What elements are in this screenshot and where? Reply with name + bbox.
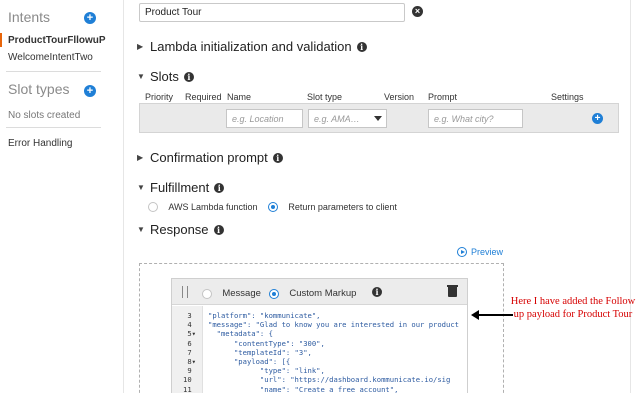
info-icon[interactable]: i <box>183 71 194 82</box>
code-line: "message": "Glad to know you are interes… <box>208 320 459 330</box>
main-border <box>630 0 631 393</box>
sidebar: Intents + ProductTourFllowuP WelcomeInte… <box>0 0 107 393</box>
line-number: 4 <box>187 320 196 330</box>
slot-col-priority: Priority <box>145 92 174 102</box>
slot-col-settings: Settings <box>551 92 584 102</box>
preview-label: Preview <box>471 247 504 257</box>
info-icon[interactable]: i <box>356 41 367 52</box>
slot-name-input[interactable]: e.g. Location <box>226 109 303 128</box>
play-icon <box>457 247 467 257</box>
code-line: "metadata": { <box>208 329 273 339</box>
chevron-down-icon: ▼ <box>137 225 145 234</box>
radio-button-selected[interactable] <box>268 201 278 212</box>
code-line: "templateId": "3", <box>208 347 312 357</box>
fulfillment-option-lambda[interactable]: AWS Lambda function <box>148 199 258 213</box>
slot-col-version: Version <box>384 92 415 102</box>
line-number: 10 <box>183 375 196 385</box>
line-number: 7 <box>187 347 196 357</box>
intents-heading: Intents <box>8 9 51 25</box>
code-line: "payload": [{ <box>208 357 291 366</box>
divider <box>6 127 101 128</box>
radio-button[interactable] <box>148 201 158 212</box>
preview-button[interactable]: Preview <box>457 247 503 257</box>
slot-type-placeholder: e.g. AMA… <box>314 114 360 124</box>
active-intent-marker <box>0 33 2 47</box>
code-line: "type": "link", <box>208 366 325 376</box>
response-section-title: Response <box>150 222 209 237</box>
slot-prompt-input[interactable]: e.g. What city? <box>428 109 523 128</box>
add-intent-icon[interactable]: + <box>84 12 96 24</box>
annotation-note: Here I have added the Follow up payload … <box>510 296 636 320</box>
sidebar-border <box>123 0 124 393</box>
slot-col-prompt: Prompt <box>428 92 458 102</box>
line-number: 3 <box>187 311 196 320</box>
line-number: 8▾ <box>187 357 196 366</box>
error-handling-link[interactable]: Error Handling <box>8 138 72 149</box>
slot-type-select[interactable]: e.g. AMA… <box>308 109 387 128</box>
fulfillment-section-header[interactable]: ▼ Fulfillment i <box>137 180 225 195</box>
chevron-down-icon <box>374 116 382 121</box>
line-number: 9 <box>187 366 196 376</box>
response-section-header[interactable]: ▼ Response i <box>137 222 224 237</box>
chevron-right-icon: ▶ <box>137 153 144 162</box>
fulfillment-option-label: AWS Lambda function <box>168 201 258 212</box>
slot-col-required: Required <box>185 92 222 102</box>
confirmation-section-header[interactable]: ▶ Confirmation prompt i <box>137 150 283 165</box>
response-card: Message Custom Markup i 3 "platform": "k… <box>171 278 468 393</box>
add-slot-type-icon[interactable]: + <box>84 85 96 97</box>
slot-col-name: Name <box>227 92 252 102</box>
lambda-section-title: Lambda initialization and validation <box>150 39 352 54</box>
line-number: 5▾ <box>187 329 196 339</box>
add-slot-icon[interactable]: + <box>592 113 603 124</box>
code-editor[interactable]: 3 "platform": "kommunicate", 4 "message":… <box>172 279 467 393</box>
fulfillment-option-label: Return parameters to client <box>288 201 397 212</box>
lambda-section-header[interactable]: ▶ Lambda initialization and validation i <box>137 39 367 54</box>
slots-section-title: Slots <box>150 69 179 84</box>
slots-section-header[interactable]: ▼ Slots i <box>137 69 194 84</box>
intent-item[interactable]: WelcomeIntentTwo <box>8 52 93 63</box>
clear-icon[interactable]: × <box>412 6 423 17</box>
slot-col-type: Slot type <box>307 92 343 102</box>
code-line: "name": "Create a free account", <box>208 384 399 393</box>
fulfillment-section-title: Fulfillment <box>150 180 210 195</box>
chevron-down-icon: ▼ <box>137 183 145 192</box>
chevron-down-icon: ▼ <box>137 72 145 81</box>
new-slot-row: e.g. Location e.g. AMA… e.g. What city? … <box>139 103 619 133</box>
code-line: "url": "https://dashboard.kommunicate.io… <box>208 375 451 385</box>
info-icon[interactable]: i <box>213 224 224 235</box>
divider <box>6 71 101 72</box>
chevron-right-icon: ▶ <box>137 42 144 51</box>
fulfillment-option-return[interactable]: Return parameters to client <box>268 199 397 213</box>
info-icon[interactable]: i <box>214 182 225 193</box>
code-line: "platform": "kommunicate", <box>208 311 321 320</box>
confirmation-section-title: Confirmation prompt <box>150 150 268 165</box>
info-icon[interactable]: i <box>272 152 283 163</box>
slot-types-heading: Slot types <box>8 81 70 97</box>
intent-item-active[interactable]: ProductTourFllowuP <box>8 35 106 46</box>
line-number: 6 <box>187 338 196 348</box>
intent-name-input[interactable]: Product Tour <box>139 3 405 22</box>
code-line: "contentType": "300", <box>208 338 325 348</box>
no-slots-text: No slots created <box>8 110 81 121</box>
line-number: 11 <box>183 384 196 393</box>
